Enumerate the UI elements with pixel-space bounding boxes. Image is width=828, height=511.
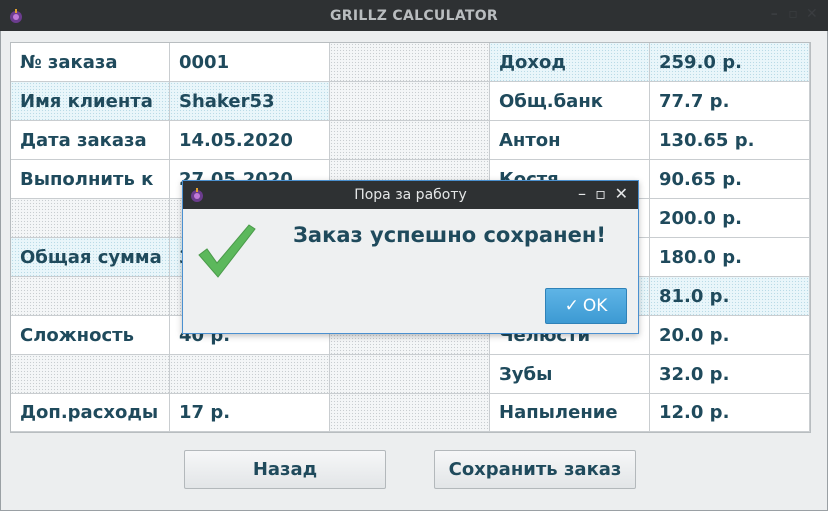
dialog-message: Заказ успешно сохранен! — [293, 223, 606, 247]
left-label-cell — [11, 277, 170, 316]
left-label-cell: Дата заказа — [11, 121, 170, 160]
left-label-cell: Сложность — [11, 316, 170, 355]
spacer-cell — [330, 121, 490, 160]
success-check-icon — [198, 224, 256, 278]
right-value-cell: 180.0 р. — [650, 238, 810, 277]
close-icon[interactable]: ✕ — [806, 6, 818, 22]
right-value-cell: 32.0 р. — [650, 355, 810, 394]
left-label-cell: № заказа — [11, 43, 170, 82]
right-label-cell: Антон — [490, 121, 650, 160]
left-label-cell: Выполнить к — [11, 160, 170, 199]
right-value-cell: 77.7 р. — [650, 82, 810, 121]
dialog-minimize-icon[interactable]: – — [578, 184, 586, 203]
dialog-app-icon — [191, 188, 203, 202]
success-dialog: Пора за работу – ▫ ✕ Заказ успешно сохра… — [182, 180, 639, 334]
left-value-cell[interactable]: 14.05.2020 — [170, 121, 330, 160]
left-value-cell[interactable]: Shaker53 — [170, 82, 330, 121]
left-label-cell — [11, 355, 170, 394]
check-icon: ✓ — [564, 296, 579, 316]
ok-button[interactable]: ✓ OK — [545, 288, 627, 324]
app-icon — [10, 9, 22, 23]
spacer-cell — [330, 82, 490, 121]
right-value-cell: 12.0 р. — [650, 394, 810, 432]
left-value-cell — [170, 355, 330, 394]
window-title: GRILLZ CALCULATOR — [329, 7, 499, 24]
spacer-cell — [330, 355, 490, 394]
right-value-cell: 90.65 р. — [650, 160, 810, 199]
right-label-cell: Зубы — [490, 355, 650, 394]
dialog-close-icon[interactable]: ✕ — [615, 184, 628, 203]
spacer-cell — [330, 43, 490, 82]
maximize-icon[interactable]: ▫ — [788, 6, 798, 22]
spacer-cell — [330, 394, 490, 432]
right-value-cell: 81.0 р. — [650, 277, 810, 316]
left-value-cell[interactable]: 17 р. — [170, 394, 330, 432]
left-label-cell: Имя клиента — [11, 82, 170, 121]
dialog-maximize-icon[interactable]: ▫ — [595, 184, 606, 203]
back-button[interactable]: Назад — [184, 450, 386, 489]
right-value-cell: 130.65 р. — [650, 121, 810, 160]
window-titlebar: GRILLZ CALCULATOR – ▫ ✕ — [0, 0, 828, 31]
right-value-cell: 20.0 р. — [650, 316, 810, 355]
right-value-cell: 259.0 р. — [650, 43, 810, 82]
ok-label: OK — [582, 296, 608, 316]
left-label-cell: Доп.расходы — [11, 394, 170, 432]
left-value-cell[interactable]: 0001 — [170, 43, 330, 82]
right-label-cell: Напыление — [490, 394, 650, 432]
minimize-icon[interactable]: – — [771, 6, 778, 22]
save-order-button[interactable]: Сохранить заказ — [434, 450, 636, 489]
left-label-cell: Общая сумма — [11, 238, 170, 277]
left-label-cell — [11, 199, 170, 238]
right-label-cell: Доход — [490, 43, 650, 82]
dialog-title: Пора за работу — [354, 187, 467, 203]
right-value-cell: 200.0 р. — [650, 199, 810, 238]
dialog-titlebar: Пора за работу – ▫ ✕ — [183, 181, 638, 209]
right-label-cell: Общ.банк — [490, 82, 650, 121]
